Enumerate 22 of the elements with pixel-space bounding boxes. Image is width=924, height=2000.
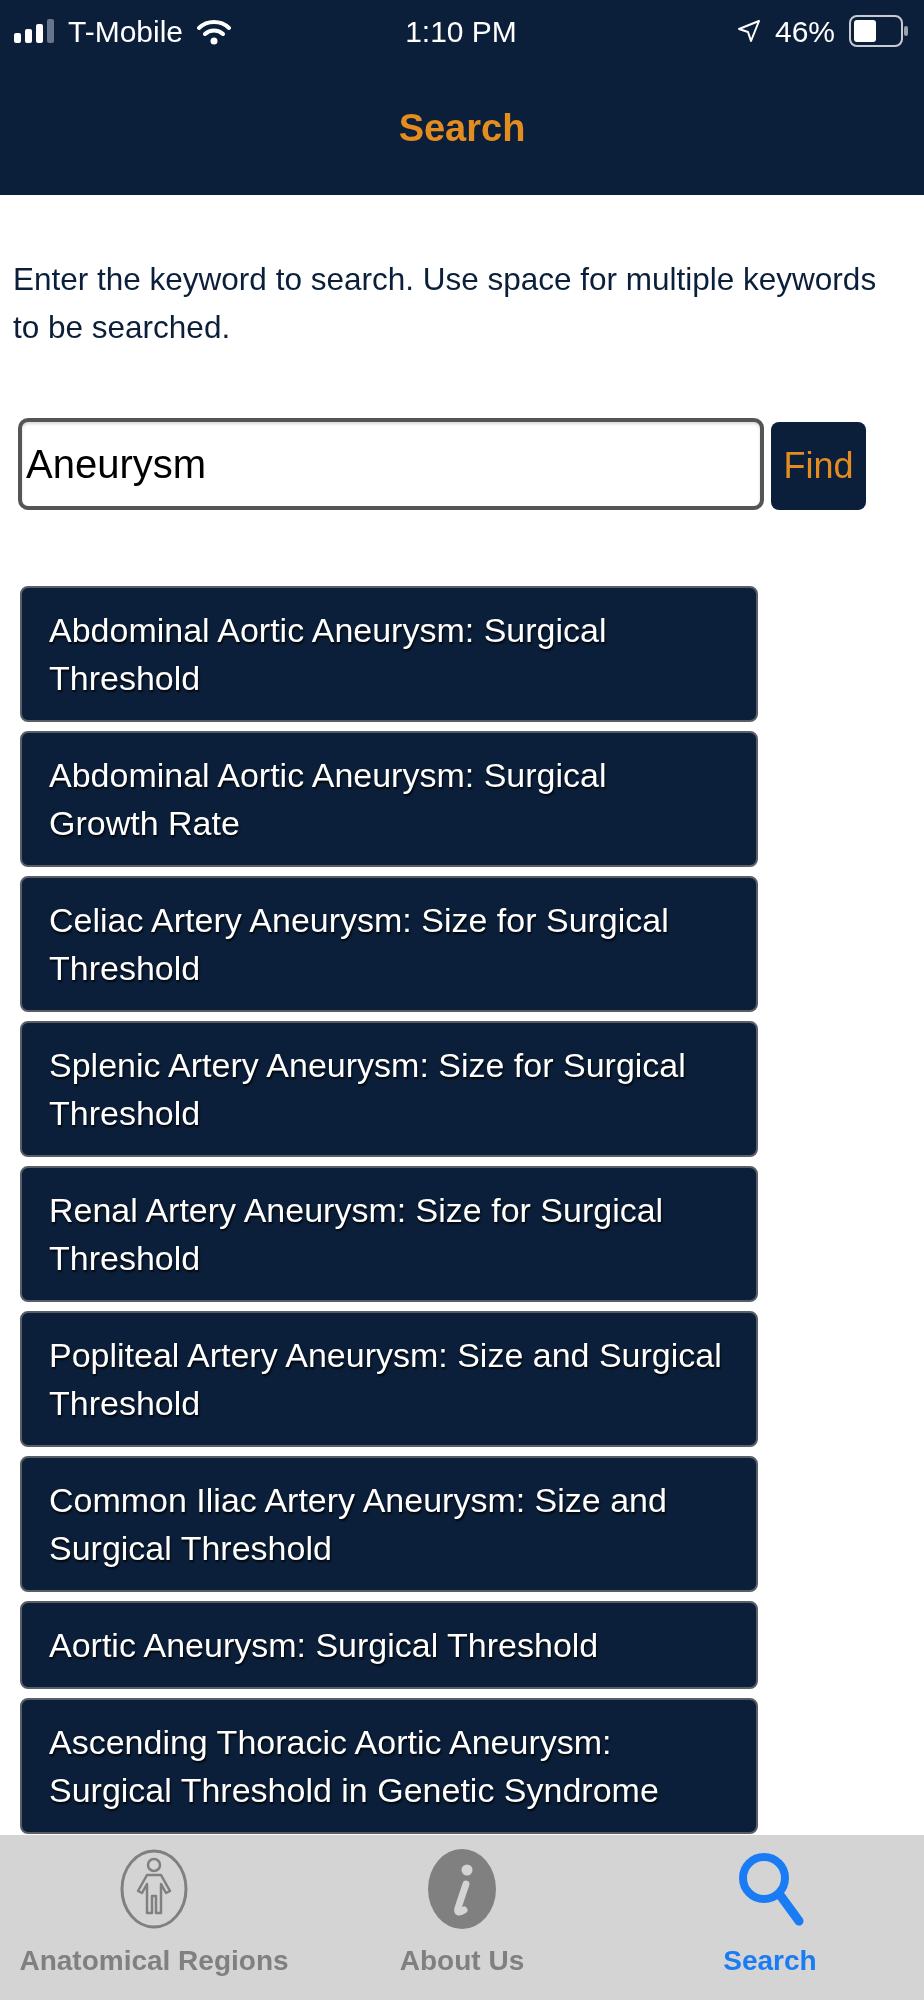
result-button[interactable]: Aortic Aneurysm: Surgical Threshold [20, 1601, 758, 1689]
instruction-text: Enter the keyword to search. Use space for multiple keywords to be searched. [13, 260, 878, 347]
result-button[interactable]: Abdominal Aortic Aneurysm: Surgical Growth Rate [20, 731, 758, 867]
carrier-name: T-Mobile [68, 13, 184, 50]
battery-percent: 46% [774, 13, 835, 50]
search-field[interactable]: Aneurysm [18, 418, 764, 510]
location-arrow-icon [736, 19, 761, 43]
result-button[interactable]: Common Iliac Artery Aneurysm: Size and Surgical Threshold [20, 1456, 758, 1592]
result-button[interactable]: Abdominal Aortic Aneurysm: Surgical Threshold [20, 586, 758, 722]
result-button[interactable]: Ascending Thoracic Aortic Aneurysm: Surgical Threshold in Genetic Syndrome [20, 1698, 758, 1834]
result-button[interactable]: Celiac Artery Aneurysm: Size for Surgical Threshold [20, 876, 758, 1012]
screen-title: Search [398, 105, 526, 151]
result-button[interactable]: Splenic Artery Aneurysm: Size for Surgical Threshold [20, 1021, 758, 1157]
signal-icon [14, 19, 54, 43]
battery-icon [849, 15, 908, 47]
wifi-icon [197, 17, 232, 45]
result-button[interactable]: Renal Artery Aneurysm: Size for Surgical Threshold [20, 1166, 758, 1302]
find-button[interactable]: Find [771, 422, 866, 510]
status-time: 1:10 PM [405, 13, 517, 50]
result-button[interactable]: Popliteal Artery Aneurysm: Size and Surgical Threshold [20, 1311, 758, 1447]
person-icon [119, 1848, 189, 1930]
info-icon [427, 1848, 497, 1930]
